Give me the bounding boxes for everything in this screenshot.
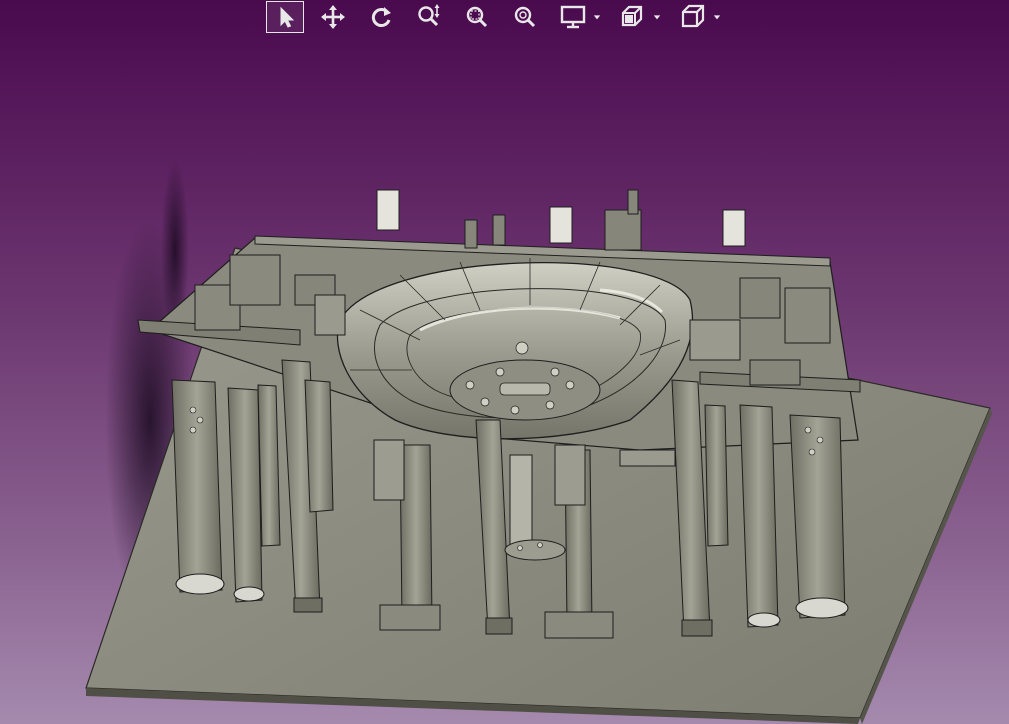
wheel-well-part[interactable] [336,258,694,440]
view-orientation-menu-caret[interactable] [712,1,722,33]
zoom-window-icon [466,6,488,27]
cube-view-icon [681,4,705,27]
display-mode-button[interactable] [554,1,592,33]
section-menu-caret[interactable] [652,1,662,33]
zoom-all-icon [514,6,536,27]
caret-down-icon [713,14,721,19]
caret-down-icon [653,14,661,19]
zoom-in-out-icon [418,3,440,26]
section-button[interactable] [614,1,652,33]
top-clamps[interactable] [376,189,746,251]
pointer-arrow-icon [280,6,295,28]
rotate-button[interactable] [362,1,400,33]
view-toolbar [266,0,734,33]
monitor-icon [560,5,586,28]
caret-down-icon [593,14,601,19]
cad-model-scene[interactable] [0,0,1009,724]
pan-button[interactable] [314,1,352,33]
zoom-in-out-button[interactable] [410,1,448,33]
select-button[interactable] [266,0,304,33]
view-orientation-button[interactable] [674,1,712,33]
section-plane-icon [621,5,643,26]
rotate-icon [371,6,391,27]
zoom-all-button[interactable] [506,1,544,33]
zoom-window-button[interactable] [458,1,496,33]
3d-viewport[interactable] [0,0,1009,724]
move-arrows-icon [321,4,345,29]
display-mode-menu-caret[interactable] [592,1,602,33]
